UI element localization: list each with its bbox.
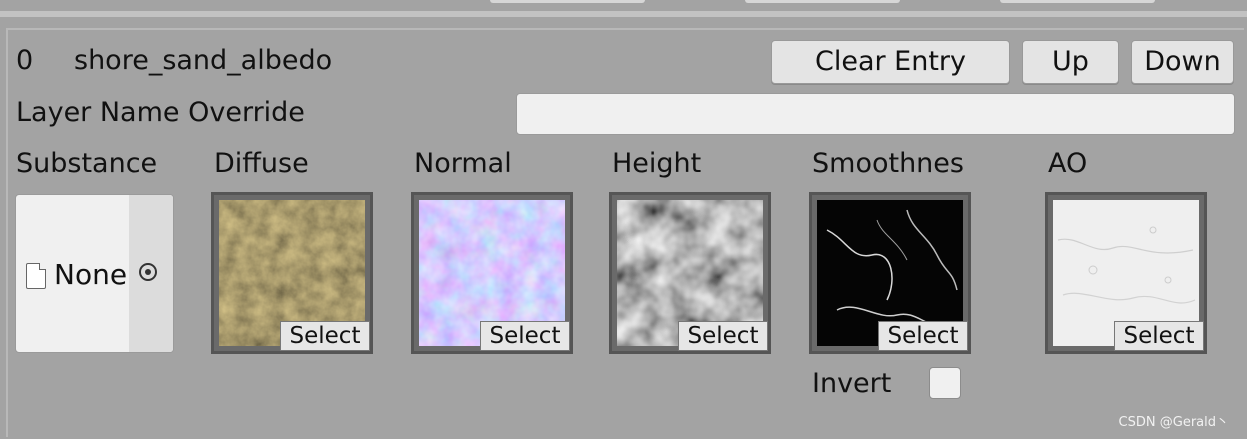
clear-entry-button[interactable]: Clear Entry (771, 40, 1010, 84)
file-icon (26, 263, 46, 289)
diffuse-label: Diffuse (214, 148, 309, 179)
entry-name: shore_sand_albedo (74, 45, 333, 76)
invert-label: Invert (812, 368, 892, 399)
substance-object-field[interactable]: None (15, 194, 174, 353)
substance-value: None (54, 258, 128, 291)
toolbar-button-stub-3[interactable] (1000, 0, 1155, 3)
toolbar-separator (0, 11, 1247, 17)
layer-name-override-input[interactable] (516, 93, 1235, 135)
ao-select-button[interactable]: Select (1114, 321, 1204, 351)
toolbar-button-stub-2[interactable] (745, 0, 900, 3)
height-texture-slot[interactable]: Select (609, 192, 771, 354)
normal-select-button[interactable]: Select (480, 321, 570, 351)
layer-name-override-label: Layer Name Override (16, 97, 305, 128)
height-label: Height (612, 148, 702, 179)
diffuse-texture-slot[interactable]: Select (211, 192, 373, 354)
watermark: CSDN @Gerald丶 (1118, 415, 1229, 430)
smoothness-select-button[interactable]: Select (878, 321, 968, 351)
invert-checkbox[interactable] (929, 367, 961, 399)
normal-label: Normal (414, 148, 512, 179)
substance-label: Substance (16, 148, 158, 179)
up-button[interactable]: Up (1022, 40, 1119, 84)
down-button[interactable]: Down (1131, 40, 1234, 84)
top-toolbar-edge (0, 0, 1247, 17)
entry-index: 0 (16, 45, 34, 76)
smoothness-label: Smoothnes (812, 148, 964, 179)
height-select-button[interactable]: Select (678, 321, 768, 351)
ao-texture-slot[interactable]: Select (1045, 192, 1207, 354)
smoothness-texture-slot[interactable]: Select (809, 192, 971, 354)
ao-label: AO (1048, 148, 1088, 179)
diffuse-select-button[interactable]: Select (280, 321, 370, 351)
object-picker-icon[interactable] (139, 263, 157, 281)
substance-picker[interactable] (129, 195, 173, 352)
toolbar-button-stub-1[interactable] (490, 0, 645, 3)
normal-texture-slot[interactable]: Select (411, 192, 573, 354)
